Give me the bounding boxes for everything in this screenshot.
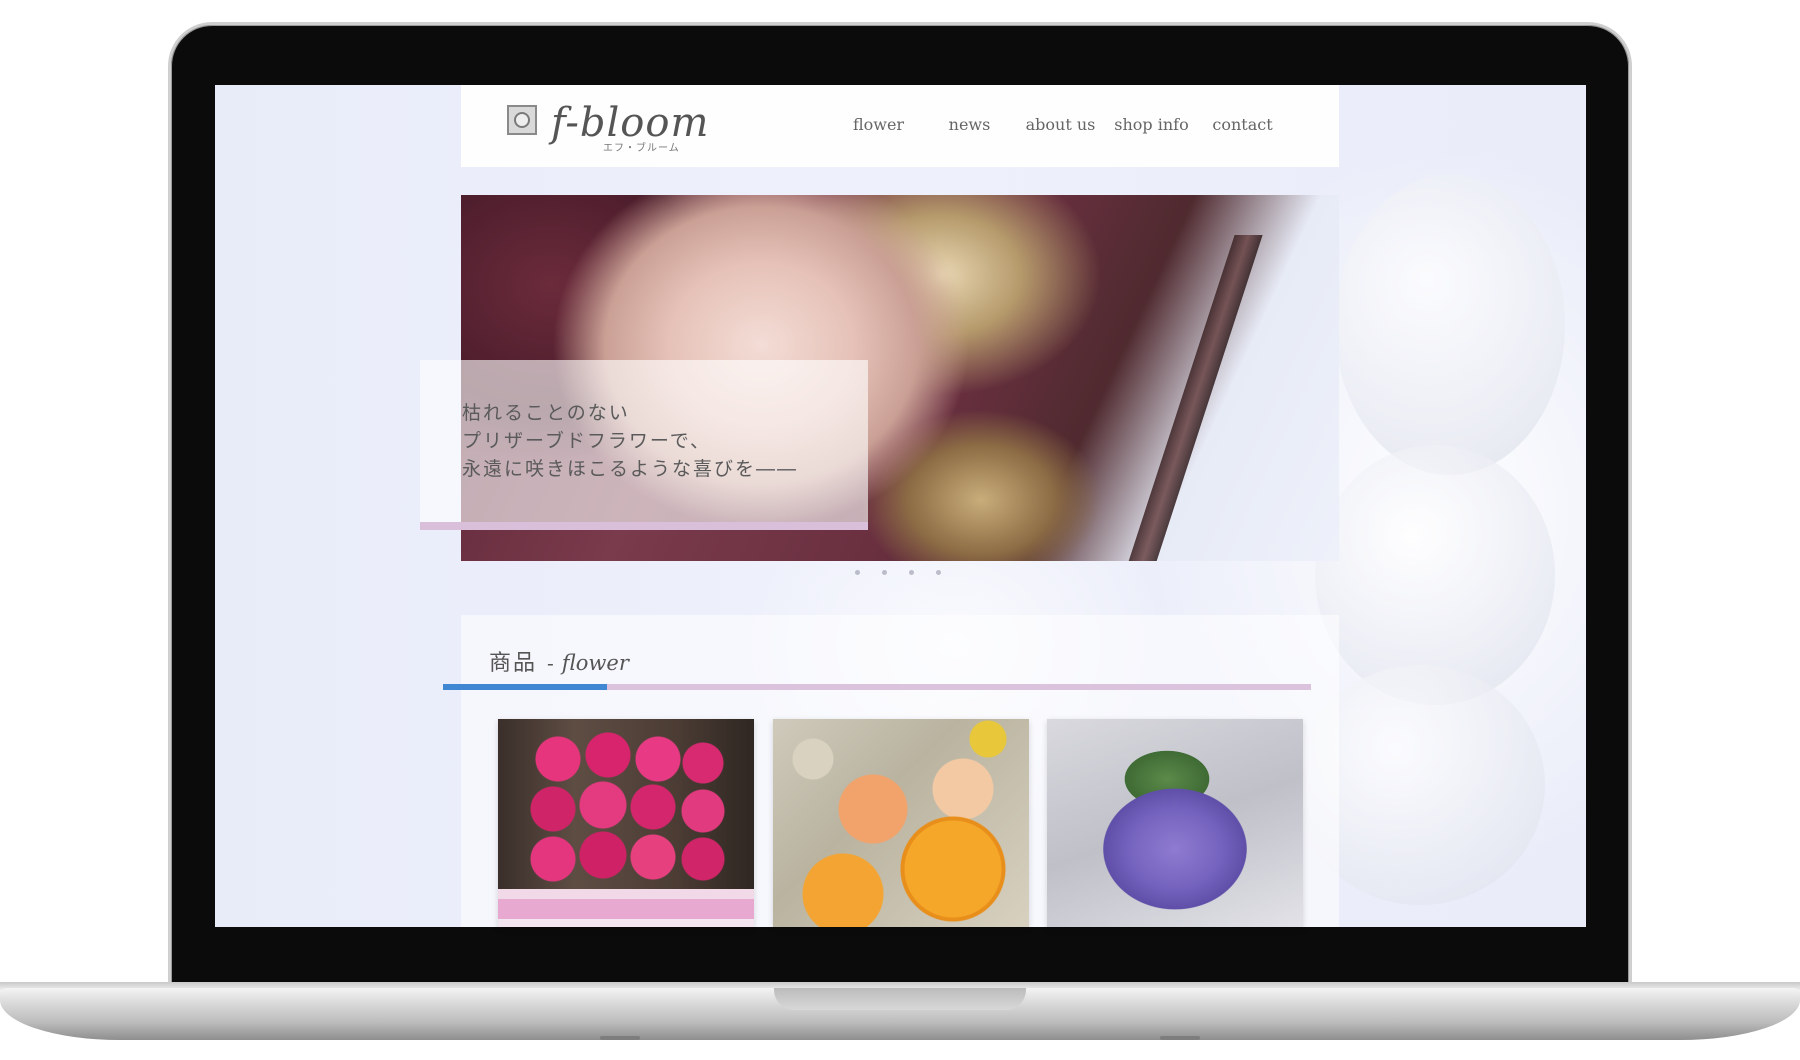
slider-dot[interactable]	[882, 570, 887, 575]
background-rose-petal	[1335, 175, 1565, 475]
slider-dot[interactable]	[909, 570, 914, 575]
hero-caption-line: 枯れることのない	[462, 402, 630, 424]
products-heading: 商品 - flower	[489, 645, 629, 677]
slider-dot[interactable]	[855, 570, 860, 575]
products-heading-jp: 商品	[489, 651, 538, 676]
nav-item-about-us[interactable]: about us	[1015, 115, 1106, 134]
nav-item-flower[interactable]: flower	[833, 115, 924, 134]
nav-item-contact[interactable]: contact	[1197, 115, 1288, 134]
product-card-purple-bouquet[interactable]	[1047, 719, 1303, 927]
nav-item-shop-info[interactable]: shop info	[1106, 115, 1197, 134]
product-card-pink-roses[interactable]	[498, 719, 754, 927]
hero-caption: 枯れることのない プリザーブドフラワーで、 永遠に咲きほこるような喜びを――	[420, 360, 868, 530]
product-card-orange-roses[interactable]	[773, 719, 1029, 927]
hero-caption-line: プリザーブドフラワーで、	[462, 430, 711, 452]
products-heading-en: flower	[561, 651, 629, 675]
nav-item-news[interactable]: news	[924, 115, 1015, 134]
slider-dot[interactable]	[936, 570, 941, 575]
logo-subtext: エフ・ブルーム	[603, 143, 680, 154]
hero-box-decoration	[1127, 235, 1263, 561]
site-header: f-bloom エフ・ブルーム flower news about us sho…	[461, 85, 1339, 167]
logo-wordmark: f-bloom	[551, 100, 710, 146]
hero-caption-line: 永遠に咲きほこるような喜びを――	[462, 458, 799, 480]
laptop-notch	[774, 988, 1026, 1010]
slider-pagination	[855, 570, 941, 575]
laptop-foot	[1160, 1036, 1200, 1040]
laptop-foot	[600, 1036, 640, 1040]
flower-logo-icon	[507, 105, 537, 135]
main-nav: flower news about us shop info contact	[833, 115, 1288, 134]
site-logo[interactable]: f-bloom エフ・ブルーム	[507, 100, 710, 154]
section-divider-accent	[443, 684, 607, 690]
products-heading-dash: -	[547, 651, 554, 675]
